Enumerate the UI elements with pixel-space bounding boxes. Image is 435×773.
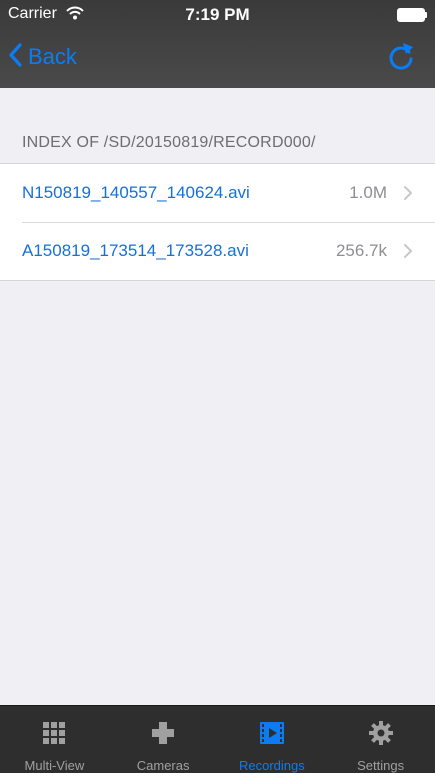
recordings-file-list: N150819_140557_140624.avi 1.0M A150819_1… <box>0 163 435 281</box>
navigation-bar: Carrier 7:19 PM Back <box>0 0 435 88</box>
tab-label: Cameras <box>136 758 190 773</box>
tab-label: Recordings <box>238 758 305 773</box>
chevron-right-icon <box>403 185 413 206</box>
tab-bar: Multi-View Cameras Recordings Settings <box>0 705 435 773</box>
file-size: 256.7k <box>335 241 387 260</box>
recordings-screen: Carrier 7:19 PM Back INDEX OF /SD/201508… <box>0 0 435 773</box>
back-button-label: Back <box>28 44 77 69</box>
directory-path-header: INDEX OF /SD/20150819/RECORD000/ <box>22 134 316 151</box>
chevron-right-icon <box>403 243 413 264</box>
tab-settings[interactable]: Settings <box>326 706 435 773</box>
chevron-left-icon <box>8 42 22 72</box>
tab-label: Multi-View <box>24 758 85 773</box>
status-time: 7:19 PM <box>185 5 250 24</box>
status-bar: Carrier 7:19 PM <box>0 0 435 28</box>
tab-multi-view[interactable]: Multi-View <box>0 706 109 773</box>
grid-icon <box>41 720 67 746</box>
tab-label: Settings <box>357 758 405 773</box>
tab-cameras[interactable]: Cameras <box>109 706 218 773</box>
tab-recordings[interactable]: Recordings <box>218 706 327 773</box>
gear-icon <box>368 720 394 746</box>
refresh-icon <box>385 43 417 77</box>
battery-icon <box>397 8 427 22</box>
back-button[interactable]: Back <box>8 40 77 74</box>
file-size: 1.0M <box>349 183 387 202</box>
file-row[interactable]: A150819_173514_173528.avi 256.7k <box>0 222 435 280</box>
plus-icon <box>150 720 176 746</box>
file-name: A150819_173514_173528.avi <box>22 241 249 260</box>
film-icon <box>259 720 285 746</box>
file-row[interactable]: N150819_140557_140624.avi 1.0M <box>0 164 435 222</box>
refresh-button[interactable] <box>385 41 417 73</box>
file-name: N150819_140557_140624.avi <box>22 183 250 202</box>
